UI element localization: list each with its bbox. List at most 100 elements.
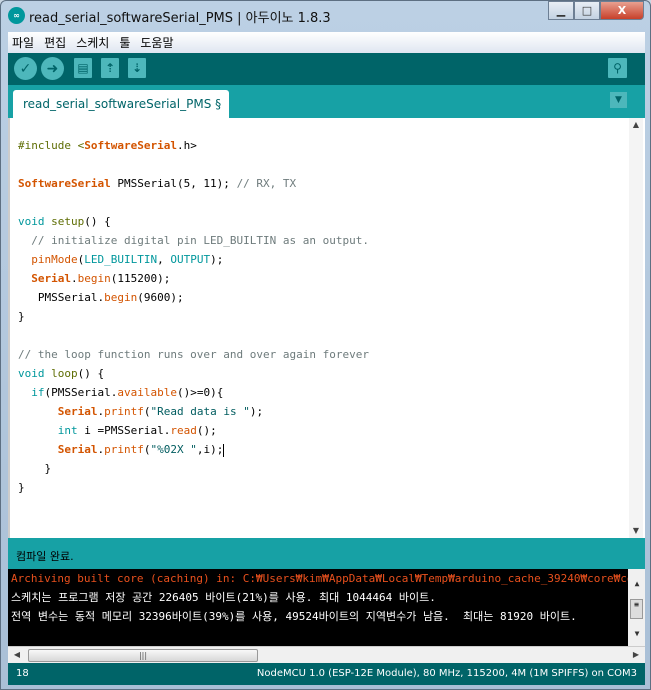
- code-line[interactable]: pinMode(LED_BUILTIN, OUTPUT);: [18, 250, 369, 269]
- console-output: Archiving built core (caching) in: C:₩Us…: [8, 569, 645, 647]
- code-token: available: [117, 386, 177, 399]
- scroll-right-icon[interactable]: ▶: [629, 648, 643, 662]
- tab-sketch[interactable]: read_serial_softwareSerial_PMS §: [13, 90, 230, 118]
- verify-button[interactable]: ✓: [14, 57, 37, 80]
- code-line[interactable]: #include <SoftwareSerial.h>: [18, 136, 369, 155]
- code-editor[interactable]: #include <SoftwareSerial.h> SoftwareSeria…: [8, 118, 645, 538]
- code-token: begin: [77, 272, 111, 285]
- code-token: ()>=0){: [176, 386, 224, 399]
- maximize-button[interactable]: □: [574, 1, 600, 20]
- menu-edit[interactable]: 편집: [44, 34, 66, 51]
- code-token: (PMSSerial.: [44, 386, 118, 399]
- code-token: #include <: [18, 139, 85, 152]
- code-token: int: [57, 424, 78, 437]
- code-content[interactable]: #include <SoftwareSerial.h> SoftwareSeria…: [18, 136, 369, 497]
- menu-sketch[interactable]: 스케치: [76, 34, 109, 51]
- status-area: 컴파일 완료.: [8, 538, 645, 569]
- scroll-thumb[interactable]: |||: [28, 649, 258, 662]
- code-token: () {: [84, 215, 111, 228]
- scroll-left-icon[interactable]: ◀: [10, 648, 24, 662]
- code-token: () {: [77, 367, 105, 380]
- code-line[interactable]: PMSSerial.begin(9600);: [18, 288, 369, 307]
- code-token: loop: [51, 367, 78, 380]
- scroll-thumb[interactable]: ≡: [630, 599, 643, 619]
- title-bar: ∞ read_serial_softwareSerial_PMS | 아두이노 …: [1, 1, 650, 31]
- code-token: read: [170, 424, 197, 437]
- status-message: 컴파일 완료.: [16, 550, 74, 563]
- code-line[interactable]: }: [18, 478, 369, 497]
- code-line[interactable]: SoftwareSerial PMSSerial(5, 11); // RX, …: [18, 174, 369, 193]
- scroll-up-icon[interactable]: ▲: [630, 577, 644, 591]
- window-title: read_serial_softwareSerial_PMS | 아두이노 1.…: [29, 11, 331, 26]
- save-button[interactable]: ⇣: [128, 58, 146, 78]
- code-token: void: [18, 215, 45, 228]
- code-line[interactable]: // initialize digital pin LED_BUILTIN as…: [18, 231, 369, 250]
- code-token: pinMode: [31, 253, 78, 266]
- code-token: Serial: [57, 405, 98, 418]
- code-line[interactable]: }: [18, 307, 369, 326]
- code-token: }: [18, 462, 52, 475]
- arduino-ide-window: ∞ read_serial_softwareSerial_PMS | 아두이노 …: [0, 0, 651, 690]
- code-token: // RX, TX: [236, 177, 297, 190]
- code-line[interactable]: // the loop function runs over and over …: [18, 345, 369, 364]
- code-token: "%02X ": [150, 443, 197, 456]
- code-token: void: [18, 367, 45, 380]
- code-token: setup: [51, 215, 85, 228]
- code-token: );: [249, 405, 264, 418]
- code-line[interactable]: void setup() {: [18, 212, 369, 231]
- scroll-down-icon[interactable]: ▼: [630, 627, 644, 641]
- code-token: PMSSerial.: [18, 291, 105, 304]
- toolbar: ✓ ➜ ▤ ⇡ ⇣ ⚲: [8, 53, 645, 85]
- menu-tools[interactable]: 툴: [119, 34, 130, 51]
- console-line: Archiving built core (caching) in: C:₩Us…: [11, 572, 645, 585]
- code-token: PMSSerial(5, 11);: [110, 177, 237, 190]
- scroll-down-icon[interactable]: ▼: [629, 524, 643, 538]
- code-token: (: [143, 443, 151, 456]
- code-line[interactable]: [18, 326, 369, 345]
- code-token: // the loop function runs over and over …: [18, 348, 369, 361]
- code-line[interactable]: if(PMSSerial.available()>=0){: [18, 383, 369, 402]
- line-number: 18: [16, 668, 29, 679]
- console-line: 전역 변수는 동적 메모리 32396바이트(39%)를 사용, 49524바이…: [11, 610, 577, 623]
- code-line[interactable]: }: [18, 459, 369, 478]
- code-token: begin: [104, 291, 138, 304]
- code-token: OUTPUT: [170, 253, 211, 266]
- close-button[interactable]: X: [600, 1, 644, 20]
- menu-bar: 파일 편집 스케치 툴 도움말: [8, 32, 645, 53]
- code-token: SoftwareSerial: [84, 139, 177, 152]
- upload-button[interactable]: ➜: [41, 57, 64, 80]
- console-horizontal-scrollbar[interactable]: ◀ ||| ▶: [8, 646, 645, 663]
- code-token: SoftwareSerial: [18, 177, 111, 190]
- code-token: ,: [157, 253, 171, 266]
- console-vertical-scrollbar[interactable]: ▲ ≡ ▼: [628, 569, 645, 647]
- code-line[interactable]: void loop() {: [18, 364, 369, 383]
- new-file-button[interactable]: ▤: [74, 58, 92, 78]
- minimize-button[interactable]: ▁: [548, 1, 574, 20]
- code-line[interactable]: [18, 193, 369, 212]
- code-token: printf: [104, 443, 144, 456]
- tab-strip: read_serial_softwareSerial_PMS § ▼: [8, 85, 645, 118]
- editor-vertical-scrollbar[interactable]: ▲ ▼: [629, 118, 643, 538]
- code-line[interactable]: Serial.begin(115200);: [18, 269, 369, 288]
- serial-monitor-button[interactable]: ⚲: [608, 58, 627, 78]
- code-token: .: [71, 272, 78, 285]
- menu-help[interactable]: 도움말: [140, 34, 173, 51]
- open-button[interactable]: ⇡: [101, 58, 119, 78]
- code-line[interactable]: [18, 155, 369, 174]
- code-token: ();: [196, 424, 217, 437]
- code-token: ,i);: [196, 443, 224, 456]
- code-token: (: [143, 405, 151, 418]
- tab-menu-button[interactable]: ▼: [610, 92, 627, 108]
- menu-file[interactable]: 파일: [12, 34, 34, 51]
- text-cursor: [223, 443, 225, 457]
- scroll-up-icon[interactable]: ▲: [629, 118, 643, 132]
- code-line[interactable]: Serial.printf("%02X ",i);: [18, 440, 369, 459]
- code-token: Serial: [57, 443, 98, 456]
- code-line[interactable]: int i =PMSSerial.read();: [18, 421, 369, 440]
- code-token: "Read data is ": [150, 405, 250, 418]
- code-line[interactable]: Serial.printf("Read data is ");: [18, 402, 369, 421]
